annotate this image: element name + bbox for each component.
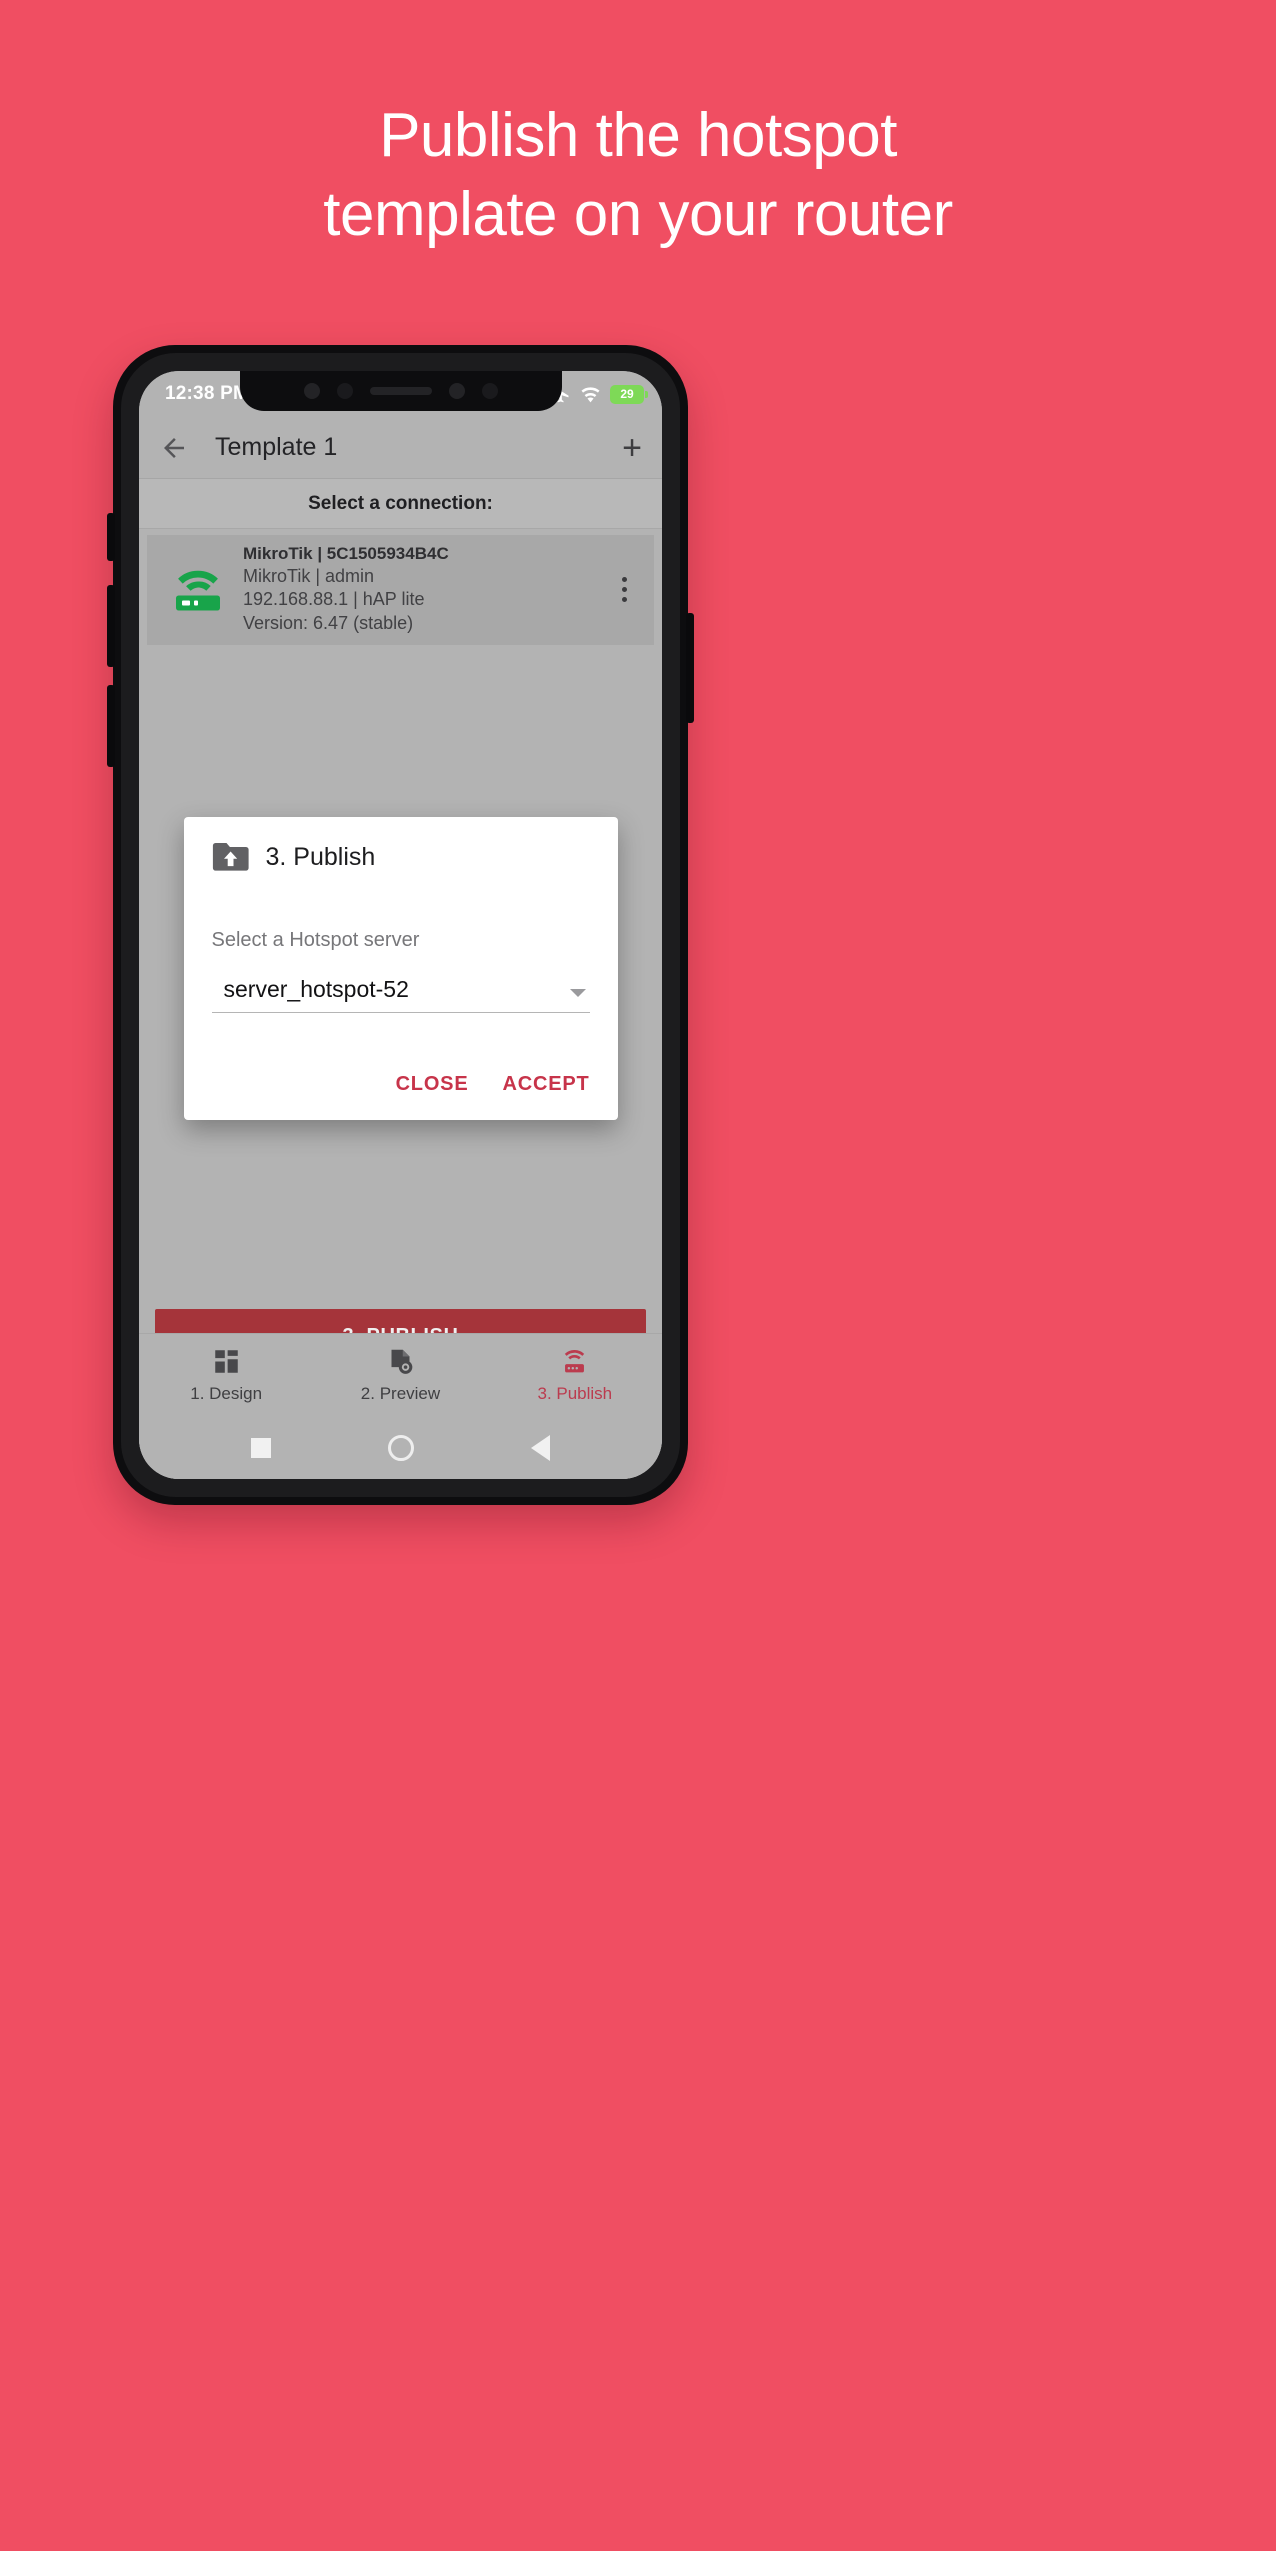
- headline-line-2: template on your router: [323, 180, 953, 250]
- bottom-navigation: 1. Design 2. Preview 3. Publish: [139, 1333, 662, 1417]
- hotspot-server-select[interactable]: server_hotspot-52: [211, 976, 590, 1013]
- wifi-icon: [581, 386, 600, 402]
- connection-details: MikroTik | 5C1505934B4C MikroTik | admin…: [243, 543, 610, 635]
- connection-address: 192.168.88.1 | hAP lite: [243, 589, 425, 610]
- nav-item-design[interactable]: 1. Design: [139, 1334, 313, 1417]
- phone-volume-up-button: [107, 585, 115, 667]
- promo-headline: Publish the hotspot template on your rou…: [0, 96, 1276, 255]
- notch-camera-2-icon: [481, 383, 498, 399]
- arrow-back-icon[interactable]: [159, 433, 189, 463]
- dialog-header: 3. Publish: [212, 841, 590, 873]
- phone-mockup: 12:38 PM 29 Template 1 + Select a connec…: [107, 345, 694, 1505]
- more-vertical-icon[interactable]: [610, 576, 644, 602]
- router-signal-icon: [565, 1349, 585, 1372]
- status-bar-icons: 29: [551, 384, 648, 405]
- phone-notch: [239, 371, 562, 411]
- connection-name: MikroTik | 5C1505934B4C: [243, 543, 449, 563]
- phone-button-left-1: [107, 513, 115, 561]
- document-eye-icon: [391, 1349, 413, 1374]
- nav-label-publish: 3. Publish: [537, 1383, 613, 1403]
- content-area: 3. Publish Select a Hotspot server serve…: [139, 645, 662, 1479]
- notch-sensor-icon: [303, 383, 320, 399]
- square-icon[interactable]: [251, 1438, 272, 1458]
- add-template-button[interactable]: +: [622, 431, 642, 465]
- phone-screen: 12:38 PM 29 Template 1 + Select a connec…: [139, 371, 662, 1479]
- notch-sensor-2-icon: [448, 383, 465, 399]
- nav-label-design: 1. Design: [190, 1383, 263, 1403]
- chevron-down-icon: [569, 989, 586, 997]
- app-bar: Template 1 +: [139, 417, 662, 479]
- notch-camera-icon: [336, 383, 353, 399]
- hotspot-server-value: server_hotspot-52: [223, 976, 409, 1002]
- connection-credentials: MikroTik | admin: [243, 565, 375, 586]
- battery-icon: 29: [610, 384, 648, 404]
- circle-icon[interactable]: [387, 1435, 414, 1461]
- phone-power-button: [686, 613, 694, 723]
- router-wifi-icon: [176, 570, 220, 611]
- folder-upload-icon: [212, 843, 249, 871]
- connection-card[interactable]: MikroTik | 5C1505934B4C MikroTik | admin…: [147, 535, 654, 645]
- accept-button[interactable]: ACCEPT: [502, 1073, 589, 1096]
- headline-line-1: Publish the hotspot: [379, 101, 897, 170]
- dashboard-grid-icon: [214, 1349, 238, 1373]
- dialog-title: 3. Publish: [265, 842, 376, 871]
- triangle-back-icon[interactable]: [530, 1435, 550, 1461]
- battery-level: 29: [620, 387, 634, 401]
- system-navigation-bar: [139, 1417, 662, 1479]
- page-title: Template 1: [215, 433, 338, 461]
- nav-item-preview[interactable]: 2. Preview: [313, 1334, 487, 1417]
- dialog-field-label: Select a Hotspot server: [211, 929, 420, 951]
- notch-speaker-icon: [369, 387, 432, 395]
- phone-volume-down-button: [107, 685, 115, 767]
- close-button[interactable]: CLOSE: [396, 1073, 469, 1096]
- publish-dialog: 3. Publish Select a Hotspot server serve…: [183, 817, 618, 1120]
- nav-label-preview: 2. Preview: [360, 1383, 441, 1403]
- status-bar-time: 12:38 PM: [165, 383, 249, 404]
- dialog-actions: CLOSE ACCEPT: [212, 1073, 590, 1110]
- connection-version: Version: 6.47 (stable): [243, 612, 414, 633]
- nav-item-publish[interactable]: 3. Publish: [488, 1334, 662, 1417]
- select-connection-label: Select a connection:: [139, 479, 662, 529]
